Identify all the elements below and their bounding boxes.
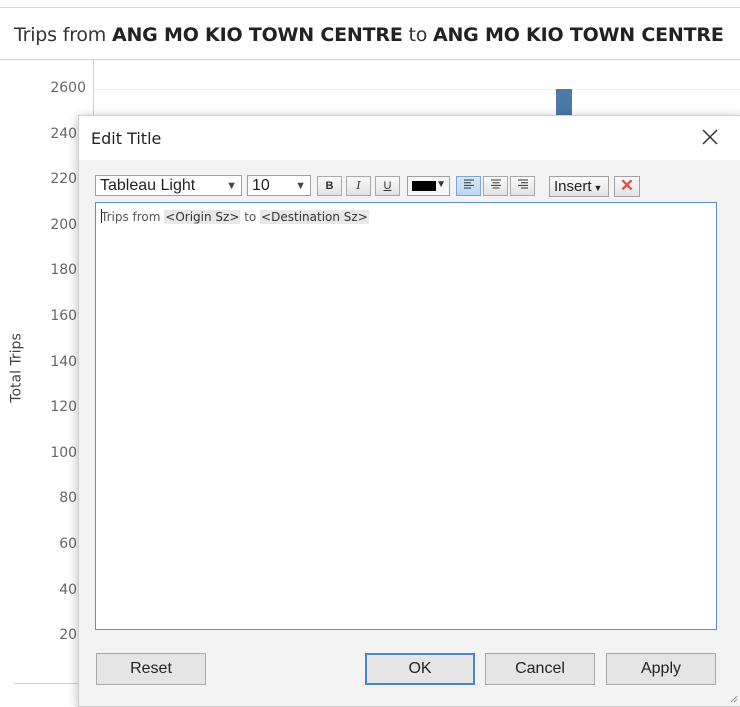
y-tick-label: 2600 (50, 80, 86, 96)
cancel-button[interactable]: Cancel (485, 653, 595, 685)
title-mid: to (402, 24, 433, 46)
clear-formatting-button[interactable]: ✕ (614, 176, 640, 197)
align-left-icon (463, 179, 474, 189)
chevron-down-icon: ▼ (436, 179, 446, 190)
top-border (0, 7, 740, 8)
align-right-icon (517, 179, 528, 189)
align-left-button[interactable] (456, 176, 481, 196)
title-origin: ANG MO KIO TOWN CENTRE (111, 24, 403, 46)
title-destination: ANG MO KIO TOWN CENTRE (432, 24, 724, 46)
chevron-down-icon: ▼ (593, 183, 603, 193)
title-text-editor[interactable]: Trips from <Origin Sz> to <Destination S… (95, 202, 717, 630)
editor-text-2: to (240, 210, 261, 224)
close-icon[interactable] (699, 126, 721, 148)
editor-line: Trips from <Origin Sz> to <Destination S… (101, 209, 369, 224)
italic-button[interactable]: I (346, 176, 371, 196)
font-size-value: 10 (252, 177, 270, 194)
resize-grip-icon[interactable] (728, 693, 738, 703)
apply-button[interactable]: Apply (606, 653, 716, 685)
ok-button[interactable]: OK (365, 653, 475, 685)
align-center-icon (490, 179, 501, 189)
gridline (94, 89, 740, 90)
dialog-header: Edit Title (79, 116, 740, 160)
y-axis-label: Total Trips (8, 333, 25, 403)
destination-field-token[interactable]: <Destination Sz> (260, 210, 369, 224)
bold-button[interactable]: B (317, 176, 342, 196)
title-divider (0, 59, 740, 60)
chevron-down-icon: ▼ (295, 180, 306, 192)
underline-button[interactable]: U (375, 176, 400, 196)
origin-field-token[interactable]: <Origin Sz> (164, 210, 241, 224)
editor-text-1: Trips from (101, 210, 165, 224)
reset-button[interactable]: Reset (96, 653, 206, 685)
edit-title-dialog: Edit Title Tableau Light ▼ 10 ▼ B I U ▼ … (78, 115, 740, 707)
align-center-button[interactable] (483, 176, 508, 196)
dialog-title: Edit Title (91, 129, 162, 148)
font-family-value: Tableau Light (100, 177, 196, 194)
format-toolbar: Tableau Light ▼ 10 ▼ B I U ▼ Insert ▼ ✕ (95, 175, 735, 199)
sheet-title[interactable]: Trips from ANG MO KIO TOWN CENTRE to ANG… (14, 24, 724, 46)
red-x-icon: ✕ (619, 176, 635, 195)
text-color-button[interactable]: ▼ (407, 176, 450, 196)
align-right-button[interactable] (510, 176, 535, 196)
insert-menu-button[interactable]: Insert ▼ (549, 176, 609, 197)
font-family-select[interactable]: Tableau Light ▼ (95, 175, 242, 196)
insert-label: Insert (554, 178, 592, 195)
font-size-select[interactable]: 10 ▼ (247, 175, 311, 196)
title-prefix: Trips from (14, 24, 112, 46)
chevron-down-icon: ▼ (226, 180, 237, 192)
color-swatch (412, 181, 436, 191)
